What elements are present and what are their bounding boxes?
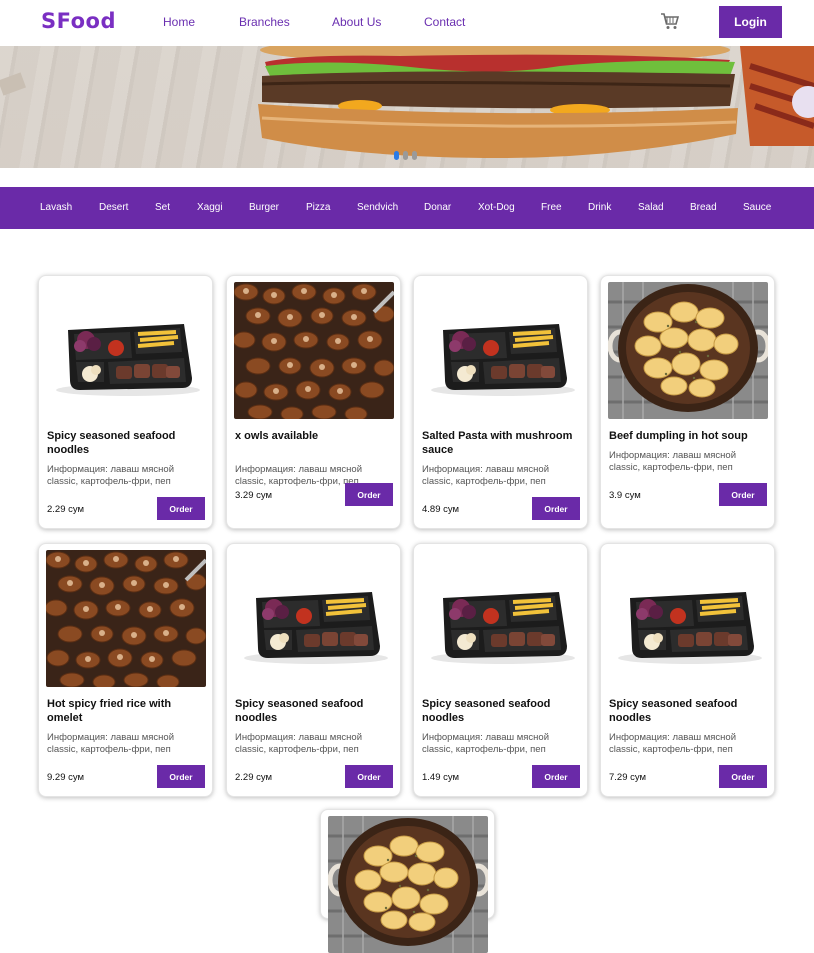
product-price: 4.89 сум <box>422 504 460 515</box>
product-card[interactable]: Spicy seasoned seafood noodles Информаци… <box>38 275 213 529</box>
order-button[interactable]: Order <box>157 765 205 788</box>
product-image <box>608 550 768 687</box>
product-title: Beef dumpling in hot soup <box>609 430 748 442</box>
category-bread[interactable]: Bread <box>690 202 717 213</box>
category-sauce[interactable]: Sauce <box>743 202 771 213</box>
product-price: 2.29 сум <box>235 772 273 783</box>
product-price: 1.49 сум <box>422 772 460 783</box>
product-card[interactable]: Hot spicy fried rice with omelet Информа… <box>38 543 213 797</box>
product-title: Spicy seasoned seafood noodles <box>235 698 364 724</box>
product-image <box>46 282 206 419</box>
product-price: 3.9 сум <box>609 490 641 501</box>
category-donar[interactable]: Donar <box>424 202 451 213</box>
product-title: x owls available <box>235 430 319 442</box>
product-image <box>46 550 206 687</box>
product-image <box>421 282 581 419</box>
nav-contact-link[interactable]: Contact <box>424 15 465 29</box>
category-pizza[interactable]: Pizza <box>306 202 330 213</box>
product-title: Spicy seasoned seafood noodles <box>609 698 738 724</box>
product-image <box>421 550 581 687</box>
product-title: Spicy seasoned seafood noodles <box>47 430 176 456</box>
category-xaggi[interactable]: Xaggi <box>197 202 223 213</box>
product-price: 9.29 сум <box>47 772 85 783</box>
order-button[interactable]: Order <box>532 765 580 788</box>
order-button[interactable]: Order <box>532 497 580 520</box>
category-lavash[interactable]: Lavash <box>40 202 72 213</box>
product-card[interactable]: Salted Pasta with mushroom sauce Информа… <box>413 275 588 529</box>
product-info: Информация: лаваш мясной classic, картоф… <box>609 450 737 473</box>
category-salad[interactable]: Salad <box>638 202 664 213</box>
product-title: Salted Pasta with mushroom sauce <box>422 430 573 456</box>
product-title: Spicy seasoned seafood noodles <box>422 698 551 724</box>
carousel-dot[interactable] <box>394 151 399 160</box>
burger-image <box>0 46 814 158</box>
product-info: Информация: лаваш мясной classic, картоф… <box>422 464 550 487</box>
order-button[interactable]: Order <box>719 765 767 788</box>
product-info: Информация: лаваш мясной classic, картоф… <box>47 732 175 755</box>
carousel-indicators <box>394 151 417 160</box>
product-image <box>608 282 768 419</box>
product-image <box>234 550 394 687</box>
category-drink[interactable]: Drink <box>588 202 611 213</box>
product-title: Hot spicy fried rice with omelet <box>47 698 172 724</box>
carousel-dot[interactable] <box>412 151 417 160</box>
login-button[interactable]: Login <box>719 6 782 38</box>
category-sendvich[interactable]: Sendvich <box>357 202 398 213</box>
cart-icon[interactable] <box>660 12 680 30</box>
category-desert[interactable]: Desert <box>99 202 128 213</box>
product-price: 7.29 сум <box>609 772 647 783</box>
product-price: 3.29 сум <box>235 490 273 501</box>
product-card[interactable]: Spicy seasoned seafood noodles Информаци… <box>600 543 775 797</box>
nav-about-link[interactable]: About Us <box>332 15 381 29</box>
product-card[interactable]: Beef dumpling in hot soup Информация: ла… <box>600 275 775 529</box>
product-image <box>234 282 394 419</box>
carousel-dot[interactable] <box>403 151 408 160</box>
category-free[interactable]: Free <box>541 202 562 213</box>
order-button[interactable]: Order <box>719 483 767 506</box>
category-xot-dog[interactable]: Xot-Dog <box>478 202 515 213</box>
product-image <box>328 816 488 953</box>
category-set[interactable]: Set <box>155 202 170 213</box>
product-card[interactable]: Spicy seasoned seafood noodles Информаци… <box>413 543 588 797</box>
product-card[interactable]: Spicy seasoned seafood noodles Информаци… <box>226 543 401 797</box>
category-burger[interactable]: Burger <box>249 202 279 213</box>
product-info: Информация: лаваш мясной classic, картоф… <box>235 732 363 755</box>
category-bar: Lavash Desert Set Xaggi Burger Pizza Sen… <box>0 187 814 229</box>
product-info: Информация: лаваш мясной classic, картоф… <box>47 464 175 487</box>
product-card[interactable] <box>320 809 495 953</box>
product-price: 2.29 сум <box>47 504 85 515</box>
product-card[interactable]: x owls available Информация: лаваш мясно… <box>226 275 401 529</box>
order-button[interactable]: Order <box>157 497 205 520</box>
hero-carousel[interactable] <box>0 46 814 168</box>
top-navbar: SFood Home Branches About Us Contact Log… <box>0 0 814 46</box>
site-logo[interactable]: SFood <box>41 9 116 33</box>
order-button[interactable]: Order <box>345 483 393 506</box>
product-info: Информация: лаваш мясной classic, картоф… <box>609 732 737 755</box>
nav-home-link[interactable]: Home <box>163 15 195 29</box>
order-button[interactable]: Order <box>345 765 393 788</box>
product-info: Информация: лаваш мясной classic, картоф… <box>422 732 550 755</box>
nav-branches-link[interactable]: Branches <box>239 15 290 29</box>
